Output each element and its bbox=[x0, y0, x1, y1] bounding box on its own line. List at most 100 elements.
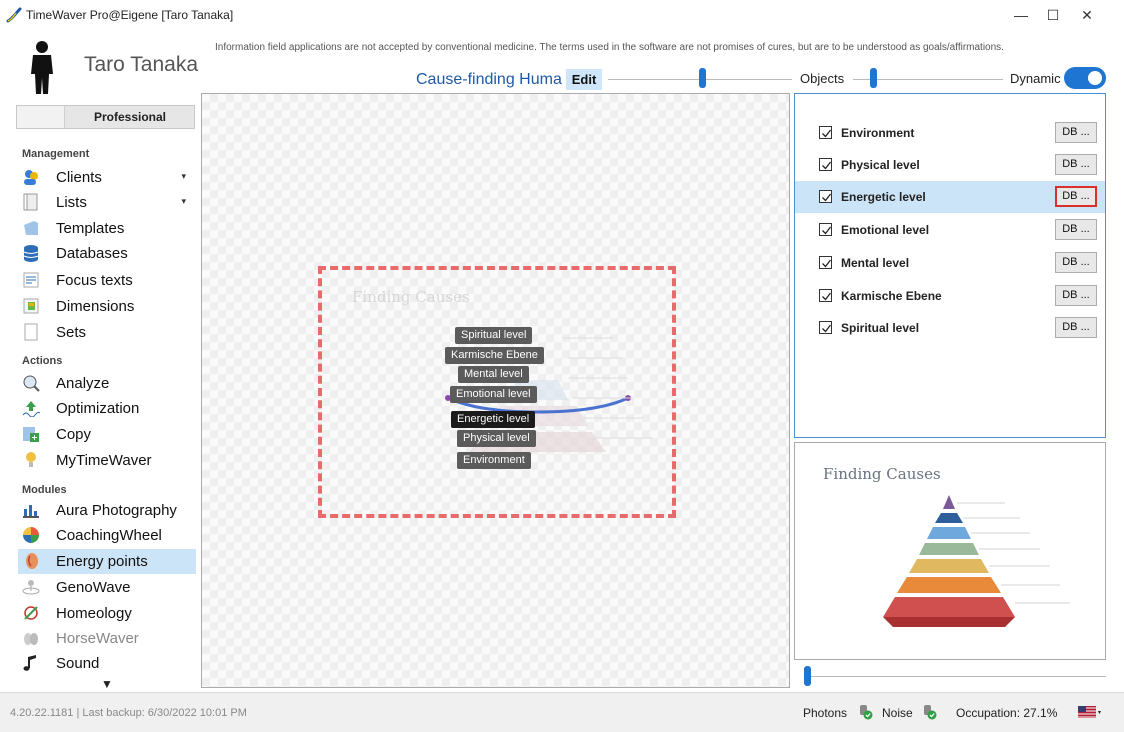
profile-label: Professional bbox=[93, 110, 167, 124]
level-checkbox[interactable] bbox=[819, 223, 832, 236]
preview-pyramid-graphic bbox=[883, 495, 1070, 627]
database-button[interactable]: DB ... bbox=[1055, 122, 1097, 143]
noise-label: Noise bbox=[882, 706, 913, 720]
databases-icon bbox=[23, 245, 39, 262]
aura-photography-icon bbox=[23, 505, 39, 518]
list-item[interactable]: Environment DB ... bbox=[795, 117, 1105, 149]
timewaver-app-icon bbox=[6, 7, 22, 23]
list-item[interactable]: Karmische Ebene DB ... bbox=[795, 280, 1105, 312]
user-name: Taro Tanaka bbox=[84, 53, 199, 76]
close-button[interactable]: ✕ bbox=[1072, 5, 1102, 25]
workspace-canvas[interactable]: Finding Causes Spiritual level Karmische… bbox=[201, 93, 790, 688]
photons-label: Photons bbox=[803, 706, 848, 720]
profile-selector[interactable]: Professional bbox=[16, 105, 195, 129]
sidebar-item-label: Databases bbox=[56, 245, 128, 262]
homeology-icon bbox=[24, 606, 38, 620]
sidebar-item-label: Copy bbox=[56, 426, 92, 443]
database-button[interactable]: DB ... bbox=[1055, 317, 1097, 338]
list-item[interactable]: Mental level DB ... bbox=[795, 247, 1105, 279]
disclaimer-text: Information field applications are not a… bbox=[215, 42, 1004, 53]
dynamic-toggle[interactable] bbox=[1064, 67, 1106, 89]
database-button[interactable]: DB ... bbox=[1055, 154, 1097, 175]
copy-icon bbox=[23, 427, 39, 442]
language-flag-icon[interactable] bbox=[1078, 706, 1104, 720]
level-checkbox[interactable] bbox=[819, 289, 832, 302]
pyramid-label-karmische[interactable]: Karmische Ebene bbox=[445, 347, 544, 364]
sidebar-item-homeology[interactable]: Homeology bbox=[18, 601, 196, 626]
level-label: Karmische Ebene bbox=[841, 289, 942, 303]
sidebar-item-label: GenoWave bbox=[56, 579, 131, 596]
database-button[interactable]: DB ... bbox=[1055, 186, 1097, 207]
minimize-button[interactable]: — bbox=[1006, 5, 1036, 25]
objects-slider-thumb[interactable] bbox=[870, 68, 877, 88]
check-icon bbox=[822, 161, 832, 170]
sidebar-item-sound[interactable]: Sound bbox=[18, 651, 196, 676]
profile-toggle-segment[interactable] bbox=[17, 106, 65, 128]
sidebar-item-genowave[interactable]: GenoWave bbox=[18, 575, 196, 600]
pyramid-label-environment[interactable]: Environment bbox=[457, 452, 531, 469]
preview-slider-track[interactable] bbox=[806, 676, 1106, 677]
database-button[interactable]: DB ... bbox=[1055, 219, 1097, 240]
level-checkbox[interactable] bbox=[819, 126, 832, 139]
mode-title[interactable]: Cause-finding Huma bbox=[416, 71, 562, 89]
templates-icon bbox=[24, 221, 38, 235]
level-checkbox[interactable] bbox=[819, 321, 832, 334]
level-label: Spiritual level bbox=[841, 321, 920, 335]
sidebar-item-mytimewaver[interactable]: MyTimeWaver bbox=[18, 448, 196, 473]
sidebar-item-label: Aura Photography bbox=[56, 502, 177, 519]
genowave-icon bbox=[22, 580, 40, 595]
pyramid-label-spiritual[interactable]: Spiritual level bbox=[455, 327, 533, 344]
sidebar-item-analyze[interactable]: Analyze bbox=[18, 371, 196, 396]
check-icon bbox=[822, 324, 832, 333]
coaching-wheel-icon bbox=[23, 527, 39, 543]
pyramid-label-emotional[interactable]: Emotional level bbox=[450, 386, 537, 403]
horsewaver-icon bbox=[24, 633, 38, 645]
pyramid-label-energetic[interactable]: Energetic level bbox=[451, 411, 536, 428]
database-button[interactable]: DB ... bbox=[1055, 252, 1097, 273]
check-icon bbox=[822, 193, 832, 202]
list-item[interactable]: Physical level DB ... bbox=[795, 149, 1105, 181]
edit-button[interactable]: Edit bbox=[566, 69, 602, 90]
sidebar-item-label: Homeology bbox=[56, 605, 132, 622]
sidebar-scroll-down-button[interactable]: ▼ bbox=[18, 677, 196, 691]
pyramid-label-mental[interactable]: Mental level bbox=[458, 366, 529, 383]
status-bar: 4.20.22.1181 | Last backup: 6/30/2022 10… bbox=[0, 692, 1124, 732]
list-item[interactable]: Spiritual level DB ... bbox=[795, 312, 1105, 344]
maximize-button[interactable]: ☐ bbox=[1038, 5, 1068, 25]
sidebar-item-copy[interactable]: Copy bbox=[18, 422, 196, 447]
sidebar-item-optimization[interactable]: Optimization bbox=[18, 396, 196, 421]
chevron-down-icon: ▾ bbox=[181, 196, 186, 206]
dynamic-toggle-knob bbox=[1088, 71, 1102, 85]
sidebar-item-focus-texts[interactable]: Focus texts bbox=[18, 268, 196, 293]
list-item[interactable]: Emotional level DB ... bbox=[795, 214, 1105, 246]
sidebar-item-dimensions[interactable]: Dimensions bbox=[18, 294, 196, 319]
level-checkbox[interactable] bbox=[819, 158, 832, 171]
check-icon bbox=[822, 129, 832, 138]
sidebar-item-horsewaver[interactable]: HorseWaver bbox=[18, 626, 196, 651]
level-checkbox[interactable] bbox=[819, 256, 832, 269]
sidebar-item-clients[interactable]: Clients ▾ bbox=[18, 165, 196, 190]
sidebar-item-templates[interactable]: Templates bbox=[18, 216, 196, 241]
sidebar-item-databases[interactable]: Databases bbox=[18, 241, 196, 266]
section-actions: Actions bbox=[22, 355, 63, 367]
database-button[interactable]: DB ... bbox=[1055, 285, 1097, 306]
preview-slider-thumb[interactable] bbox=[804, 666, 811, 686]
version-backup-text: 4.20.22.1181 | Last backup: 6/30/2022 10… bbox=[10, 707, 247, 719]
level-checkbox[interactable] bbox=[819, 190, 832, 203]
sidebar-item-label: Analyze bbox=[56, 375, 110, 392]
sidebar-item-label: Energy points bbox=[56, 553, 148, 570]
sidebar-item-lists[interactable]: Lists ▾ bbox=[18, 190, 196, 215]
list-item[interactable]: Energetic level DB ... bbox=[795, 181, 1105, 213]
sidebar-item-energy-points[interactable]: Energy points bbox=[18, 549, 196, 574]
dimensions-icon bbox=[23, 298, 39, 314]
level-label: Emotional level bbox=[841, 223, 930, 237]
pyramid-label-physical[interactable]: Physical level bbox=[457, 430, 536, 447]
sidebar-item-aura-photography[interactable]: Aura Photography bbox=[18, 498, 196, 523]
sidebar-item-sets[interactable]: Sets bbox=[18, 320, 196, 345]
sidebar-item-label: Sets bbox=[56, 324, 87, 341]
sidebar-item-coaching-wheel[interactable]: CoachingWheel bbox=[18, 523, 196, 548]
sidebar-item-label: Dimensions bbox=[56, 298, 135, 315]
section-modules: Modules bbox=[22, 484, 67, 496]
zoom-slider-thumb[interactable] bbox=[699, 68, 706, 88]
mytimewaver-icon bbox=[26, 452, 36, 467]
